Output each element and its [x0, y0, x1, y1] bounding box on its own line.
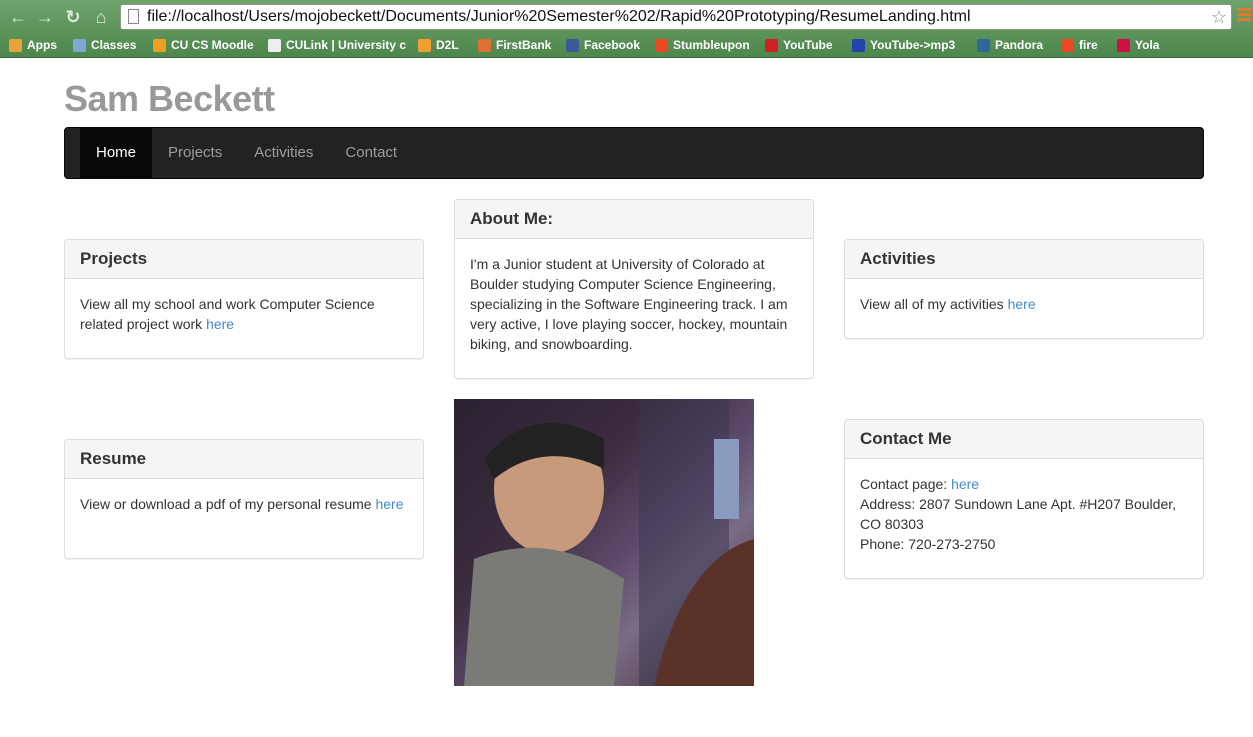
bookmark-label: Pandora: [995, 38, 1044, 52]
panel-title: About Me:: [455, 200, 813, 239]
url-text: file://localhost/Users/mojobeckett/Docum…: [147, 8, 971, 25]
bookmark-4[interactable]: D2L: [418, 36, 459, 54]
bookmark-label: D2L: [436, 38, 459, 52]
bookmark-icon: [1117, 38, 1130, 52]
bookmark-10[interactable]: Pandora: [977, 36, 1043, 54]
bookmark-9[interactable]: YouTube->mp3: [852, 36, 955, 54]
bookmark-12[interactable]: Yola: [1117, 36, 1159, 54]
bookmark-label: Classes: [91, 38, 137, 52]
bookmark-label: Stumbleupon: [673, 38, 750, 52]
bookmark-icon: [418, 38, 431, 52]
bookmark-7[interactable]: Stumbleupon: [655, 36, 750, 54]
menu-icon[interactable]: [1237, 8, 1251, 22]
bookmark-icon: [566, 38, 579, 52]
nav-projects[interactable]: Projects: [152, 128, 238, 178]
bookmark-1[interactable]: Classes: [73, 36, 136, 54]
projects-panel: Projects View all my school and work Com…: [64, 239, 424, 359]
resume-panel: Resume View or download a pdf of my pers…: [64, 439, 424, 559]
home-icon[interactable]: ⌂: [91, 7, 111, 27]
reload-icon[interactable]: ↻: [63, 7, 83, 27]
panel-title: Resume: [65, 440, 423, 479]
address: Address: 2807 Sundown Lane Apt. #H207 Bo…: [860, 496, 1177, 532]
site-title: Sam Beckett: [64, 78, 275, 119]
phone: Phone: 720-273-2750: [860, 536, 996, 552]
bookmark-label: FirstBank: [496, 38, 552, 52]
activities-link[interactable]: here: [1008, 296, 1036, 312]
bookmark-label: CU CS Moodle: [171, 38, 254, 52]
bookmark-icon: [268, 38, 281, 52]
panel-title: Activities: [845, 240, 1203, 279]
page-icon: [128, 9, 139, 24]
bookmark-11[interactable]: fire: [1061, 36, 1098, 54]
panel-text: View all of my activities: [860, 296, 1008, 312]
forward-icon[interactable]: →: [35, 7, 55, 27]
bookmark-icon: [655, 38, 668, 52]
nav-home[interactable]: Home: [80, 128, 153, 178]
address-bar[interactable]: file://localhost/Users/mojobeckett/Docum…: [120, 4, 1232, 30]
bookmark-0[interactable]: Apps: [9, 36, 57, 54]
bookmark-label: Facebook: [584, 38, 641, 52]
bookmark-label: Yola: [1135, 38, 1160, 52]
contact-link[interactable]: here: [951, 476, 979, 492]
bookmark-icon: [765, 38, 778, 52]
bookmark-icon: [478, 38, 491, 52]
browser-chrome: ← → ↻ ⌂ file://localhost/Users/mojobecke…: [0, 0, 1253, 58]
panel-text: I'm a Junior student at University of Co…: [470, 256, 788, 352]
profile-photo: [454, 399, 754, 686]
star-icon[interactable]: ☆: [1211, 5, 1227, 29]
bookmark-3[interactable]: CULink | University c: [268, 36, 406, 54]
panel-text: View or download a pdf of my personal re…: [80, 496, 376, 512]
panel-title: Projects: [65, 240, 423, 279]
bookmark-8[interactable]: YouTube: [765, 36, 833, 54]
bookmark-label: fire: [1079, 38, 1098, 52]
contact-panel: Contact Me Contact page: here Address: 2…: [844, 419, 1204, 579]
nav-activities[interactable]: Activities: [238, 128, 329, 178]
bookmark-label: YouTube: [783, 38, 833, 52]
nav-contact[interactable]: Contact: [329, 128, 413, 178]
bookmark-6[interactable]: Facebook: [566, 36, 640, 54]
panel-title: Contact Me: [845, 420, 1203, 459]
bookmark-icon: [1061, 38, 1074, 52]
navbar: Home Projects Activities Contact: [64, 127, 1204, 179]
resume-link[interactable]: here: [375, 496, 403, 512]
bookmark-icon: [153, 38, 166, 52]
bookmark-label: YouTube->mp3: [870, 38, 956, 52]
bookmark-icon: [977, 38, 990, 52]
about-panel: About Me: I'm a Junior student at Univer…: [454, 199, 814, 379]
bookmark-icon: [852, 38, 865, 52]
bookmark-icon: [73, 38, 86, 52]
bookmark-icon: [9, 38, 22, 52]
projects-link[interactable]: here: [206, 316, 234, 332]
bookmark-label: Apps: [27, 38, 57, 52]
bookmark-5[interactable]: FirstBank: [478, 36, 551, 54]
bookmark-2[interactable]: CU CS Moodle: [153, 36, 254, 54]
activities-panel: Activities View all of my activities her…: [844, 239, 1204, 339]
back-icon[interactable]: ←: [8, 7, 28, 27]
contact-page-label: Contact page:: [860, 476, 952, 492]
bookmark-label: CULink | University c: [286, 38, 407, 52]
